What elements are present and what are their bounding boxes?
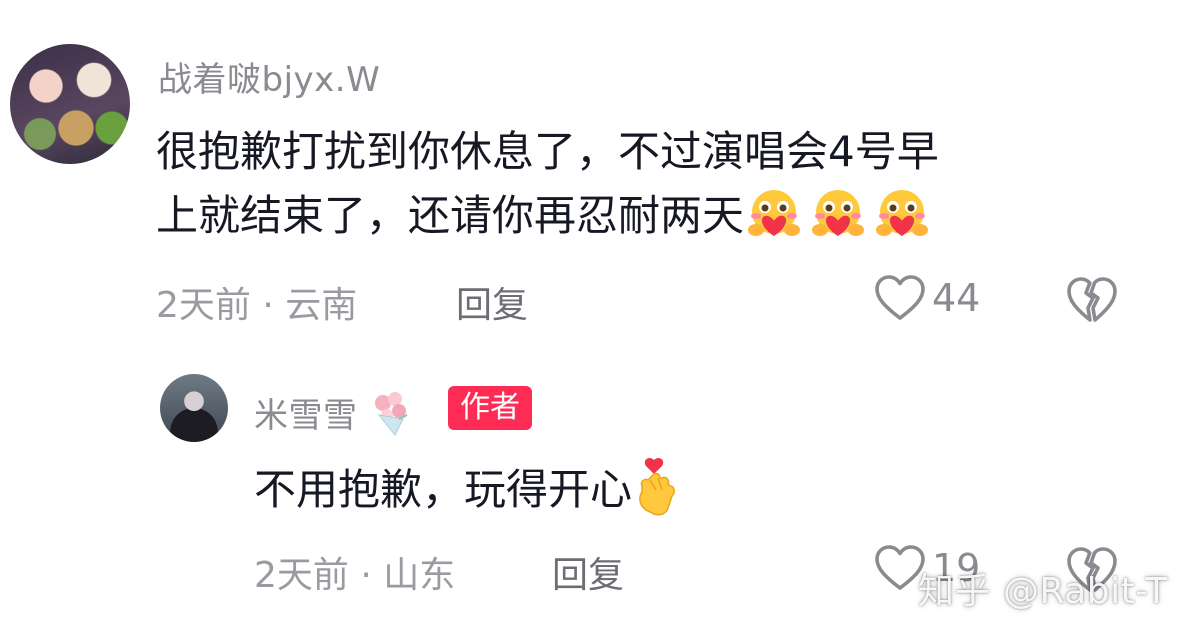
comment-username[interactable]: 战着啵bjyx.W [158, 52, 380, 101]
comment-time-location: 2天前 · 云南 [156, 285, 358, 326]
heart-hug-face-icon [872, 190, 936, 240]
finger-heart-icon [632, 457, 680, 516]
reply-text-row: 不用抱歉，玩得开心 [254, 456, 680, 520]
author-badge: 作者 [448, 386, 532, 430]
like-button[interactable]: 44 [874, 274, 980, 322]
reply-username-row: 米雪雪 [254, 388, 413, 437]
comment-section: 战着啵bjyx.W 很抱歉打扰到你休息了，不过演唱会4号早 上就结束了，还请你再… [0, 0, 1180, 633]
reply-time-location: 2天前 · 山东 [254, 555, 456, 596]
dislike-button[interactable] [1066, 276, 1118, 328]
comment-text-line-2-row: 上就结束了，还请你再忍耐两天 [156, 186, 936, 246]
heart-hug-face-icon [744, 190, 808, 240]
like-count: 44 [932, 276, 981, 320]
flower-bouquet-icon [374, 392, 408, 436]
heart-hug-face-icon [808, 190, 872, 240]
watermark: 知乎 @Rabit-T [918, 571, 1168, 612]
reply-button[interactable]: 回复 [552, 546, 624, 598]
avatar[interactable] [160, 374, 228, 442]
comment-text-line-1: 很抱歉打扰到你休息了，不过演唱会4号早 [156, 127, 939, 176]
avatar[interactable] [10, 44, 130, 164]
reply-text: 不用抱歉，玩得开心 [254, 465, 633, 514]
comment-text-line-2: 上就结束了，还请你再忍耐两天 [156, 191, 745, 240]
heart-icon [875, 275, 925, 320]
reply-button[interactable]: 回复 [456, 276, 528, 328]
broken-heart-icon [1067, 277, 1117, 322]
reply-username[interactable]: 米雪雪 [254, 396, 358, 436]
